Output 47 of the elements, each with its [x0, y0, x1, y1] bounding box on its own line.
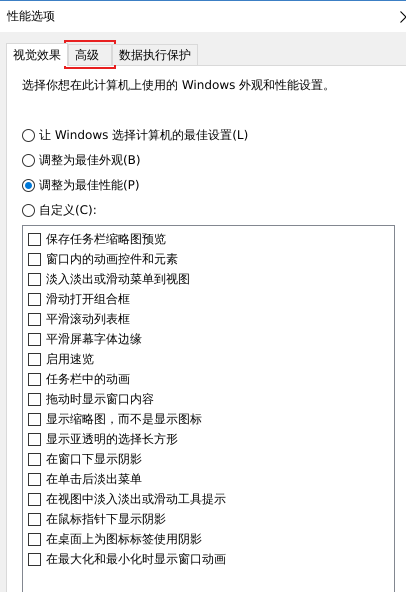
- checkbox[interactable]: [28, 272, 41, 286]
- tab[interactable]: 数据执行保护: [112, 44, 198, 65]
- checkbox-label[interactable]: 淡入淡出或滑动菜单到视图: [46, 270, 190, 288]
- checkbox[interactable]: [28, 412, 41, 426]
- checkbox[interactable]: [28, 292, 41, 306]
- checkbox-label[interactable]: 在视图中淡入淡出或滑动工具提示: [46, 490, 226, 508]
- radio-label[interactable]: 自定义(C):: [39, 202, 97, 218]
- checkbox-label[interactable]: 显示亚透明的选择长方形: [46, 430, 178, 448]
- checkbox-label[interactable]: 在窗口下显示阴影: [46, 450, 142, 468]
- checkbox-label[interactable]: 在单击后淡出菜单: [46, 470, 142, 488]
- checkbox[interactable]: [28, 332, 41, 346]
- radio-button[interactable]: [22, 204, 35, 216]
- checkbox[interactable]: [28, 372, 41, 386]
- checkbox-label[interactable]: 在鼠标指针下显示阴影: [46, 510, 166, 528]
- radio-label[interactable]: 调整为最佳外观(B): [39, 152, 141, 168]
- checkbox[interactable]: [28, 312, 41, 326]
- checkbox-label[interactable]: 窗口内的动画控件和元素: [46, 250, 178, 268]
- close-icon[interactable]: [400, 10, 406, 22]
- checkbox-label[interactable]: 启用速览: [46, 350, 94, 368]
- checkbox[interactable]: [28, 252, 41, 266]
- checkbox[interactable]: [28, 392, 41, 406]
- checkbox-label[interactable]: 滑动打开组合框: [46, 290, 130, 308]
- radio-button[interactable]: [22, 154, 35, 166]
- checkbox[interactable]: [28, 512, 41, 526]
- checkbox-label[interactable]: 保存任务栏缩略图预览: [46, 230, 166, 248]
- checkbox[interactable]: [28, 552, 41, 566]
- checkbox[interactable]: [28, 452, 41, 466]
- radio-button[interactable]: [22, 128, 35, 142]
- radio-label[interactable]: 让 Windows 选择计算机的最佳设置(L): [39, 126, 248, 144]
- checkbox[interactable]: [28, 232, 41, 246]
- radio-button[interactable]: [22, 178, 35, 192]
- description-text: 选择你想在此计算机上使用的 Windows 外观和性能设置。: [22, 77, 336, 94]
- checkbox[interactable]: [28, 432, 41, 446]
- checkbox[interactable]: [28, 352, 41, 366]
- checkbox-label[interactable]: 拖动时显示窗口内容: [46, 390, 154, 408]
- checkbox-label[interactable]: 在最大化和最小化时显示窗口动画: [46, 550, 226, 568]
- checkbox[interactable]: [28, 532, 41, 546]
- checkbox-label[interactable]: 平滑滚动列表框: [46, 310, 130, 328]
- radio-label[interactable]: 调整为最佳性能(P): [39, 176, 140, 194]
- checkbox-label[interactable]: 平滑屏幕字体边缘: [46, 330, 142, 348]
- tab[interactable]: 视觉效果: [6, 43, 68, 66]
- checkbox[interactable]: [28, 472, 41, 486]
- checkbox-label[interactable]: 显示缩略图，而不是显示图标: [46, 410, 202, 428]
- checkbox-label[interactable]: 在桌面上为图标标签使用阴影: [46, 530, 202, 548]
- window-title: 性能选项: [7, 8, 55, 25]
- checkbox-label[interactable]: 任务栏中的动画: [46, 370, 130, 388]
- checkbox[interactable]: [28, 492, 41, 506]
